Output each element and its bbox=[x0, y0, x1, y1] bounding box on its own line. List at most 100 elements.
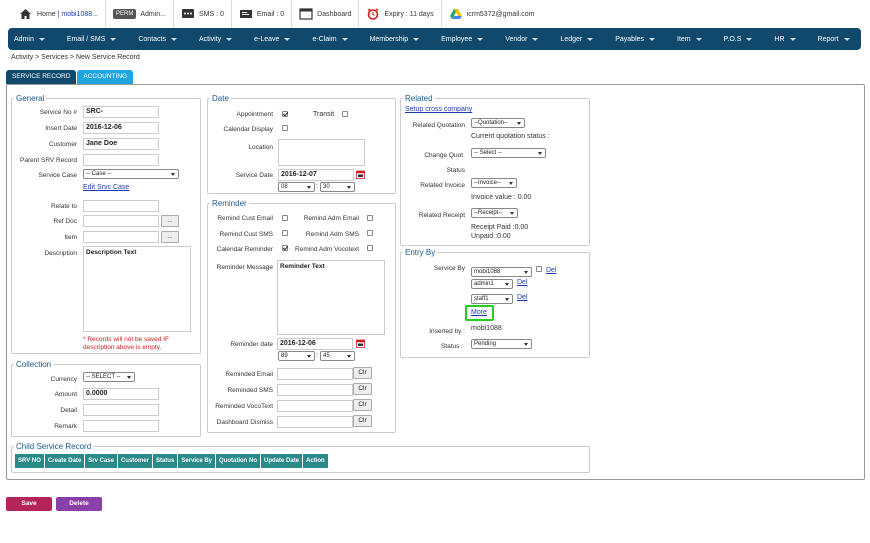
related-quotation-select[interactable]: --Quotation-- bbox=[471, 118, 525, 128]
tab-service-record[interactable]: SERVICE RECORD bbox=[6, 70, 77, 84]
column-header-action[interactable]: Action bbox=[303, 454, 329, 468]
reminded-vocotext-clear-button[interactable]: Clr bbox=[353, 399, 372, 411]
nav-contacts[interactable]: Contacts bbox=[116, 28, 177, 50]
column-header-quotation-no[interactable]: Quotation No bbox=[216, 454, 262, 468]
nav-e-claim[interactable]: e-Claim bbox=[290, 28, 348, 50]
relate-to-input[interactable] bbox=[83, 200, 159, 212]
remind-adm-sms-checkbox[interactable] bbox=[367, 230, 373, 236]
nav-ledger[interactable]: Ledger bbox=[538, 28, 594, 50]
parent-srv-input[interactable] bbox=[83, 154, 159, 166]
reminder-minute-select[interactable]: 45 bbox=[320, 351, 355, 361]
nav-membership[interactable]: Membership bbox=[348, 28, 420, 50]
related-receipt-label: Related Receipt bbox=[418, 212, 465, 219]
service-by-select-1[interactable]: mobi1088 bbox=[471, 267, 532, 277]
receipt-paid-text: Receipt Paid :0.00 bbox=[471, 224, 529, 231]
remind-adm-email-checkbox[interactable] bbox=[367, 215, 373, 221]
remind-adm-vocotext-checkbox[interactable] bbox=[367, 245, 373, 251]
column-header-create-date[interactable]: Create Date bbox=[44, 454, 86, 468]
change-quot-select[interactable]: -- Select -- bbox=[471, 148, 546, 158]
transit-checkbox[interactable] bbox=[342, 111, 348, 117]
email-item[interactable]: Email : 0 bbox=[232, 0, 293, 28]
item-browse-button[interactable]: ... bbox=[161, 231, 179, 243]
reminded-email-input[interactable] bbox=[277, 368, 353, 380]
service-by-delete-link-1[interactable]: Del bbox=[546, 267, 557, 274]
sms-item[interactable]: SMS : 0 bbox=[174, 0, 232, 28]
service-no-input[interactable]: SRC- bbox=[83, 106, 159, 118]
customer-input[interactable]: Jane Doe bbox=[83, 138, 159, 150]
service-case-select[interactable]: -- Case -- bbox=[83, 169, 179, 179]
service-by-select-2[interactable]: admin1 bbox=[471, 279, 513, 289]
column-header-srv-case[interactable]: Srv Case bbox=[85, 454, 118, 468]
dashboard-dismiss-input[interactable] bbox=[277, 416, 353, 428]
entry-status-select[interactable]: Pending bbox=[471, 339, 532, 349]
account-item[interactable]: icrm5372@gmail.com bbox=[442, 0, 542, 28]
reminded-sms-clear-button[interactable]: Clr bbox=[353, 383, 372, 395]
calendar-display-checkbox[interactable] bbox=[282, 125, 288, 131]
service-by-delete-link-2[interactable]: Del bbox=[517, 279, 528, 286]
calendar-reminder-checkbox[interactable] bbox=[282, 245, 288, 251]
reminded-vocotext-input[interactable] bbox=[277, 400, 353, 412]
more-link[interactable]: More bbox=[471, 309, 487, 316]
remind-cust-sms-checkbox[interactable] bbox=[282, 230, 288, 236]
reminder-hour-select[interactable]: 89 bbox=[278, 351, 315, 361]
reminder-message-textarea[interactable]: Reminder Text bbox=[277, 260, 385, 335]
save-button[interactable]: Save bbox=[6, 497, 52, 511]
appointment-checkbox[interactable] bbox=[282, 111, 288, 117]
description-textarea[interactable]: Description Text bbox=[83, 246, 191, 332]
column-header-customer[interactable]: Customer bbox=[117, 454, 153, 468]
amount-input[interactable]: 0.0000 bbox=[83, 388, 159, 400]
service-by-checkbox[interactable] bbox=[536, 266, 542, 272]
remark-input[interactable] bbox=[83, 420, 159, 432]
tab-accounting[interactable]: ACCOUNTING bbox=[77, 70, 134, 84]
calendar-icon[interactable] bbox=[356, 170, 365, 179]
service-by-delete-link-3[interactable]: Del bbox=[517, 294, 528, 301]
nav-employee[interactable]: Employee bbox=[419, 28, 484, 50]
column-header-srv-no[interactable]: SRV NO bbox=[15, 454, 45, 468]
reminder-date-input[interactable]: 2016-12-06 bbox=[277, 338, 353, 350]
column-header-status[interactable]: Status bbox=[152, 454, 179, 468]
ref-doc-input[interactable] bbox=[83, 215, 159, 227]
inserted-by-label: Inserted by : bbox=[429, 328, 465, 335]
remind-cust-email-checkbox[interactable] bbox=[282, 215, 288, 221]
dashboard-item[interactable]: Dashboard bbox=[292, 0, 360, 28]
insert-date-input[interactable]: 2016-12-06 bbox=[83, 122, 159, 134]
nav-hr[interactable]: HR bbox=[752, 28, 796, 50]
delete-button[interactable]: Delete bbox=[56, 497, 102, 511]
service-date-input[interactable]: 2016-12-07 bbox=[278, 169, 354, 181]
related-receipt-select[interactable]: --Receipt-- bbox=[471, 208, 518, 218]
detail-input[interactable] bbox=[83, 404, 159, 416]
reminded-sms-input[interactable] bbox=[277, 384, 353, 396]
ref-doc-browse-button[interactable]: ... bbox=[161, 215, 179, 227]
setup-cross-company-link[interactable]: Setup cross company bbox=[405, 106, 472, 113]
service-minute-select[interactable]: 30 bbox=[320, 182, 355, 192]
dashboard-dismiss-clear-button[interactable]: Clr bbox=[353, 415, 372, 427]
service-hour-select[interactable]: 08 bbox=[278, 182, 315, 192]
column-header-service-by[interactable]: Service By bbox=[178, 454, 217, 468]
main-navbar: Admin Email / SMS Contacts Activity e-Leave e… bbox=[8, 28, 861, 50]
admin-item[interactable]: PERM Admin... bbox=[106, 0, 175, 28]
currency-select[interactable]: -- SELECT -- bbox=[83, 372, 135, 382]
nav-payables[interactable]: Payables bbox=[593, 28, 656, 50]
nav-p-o-s[interactable]: P.O.S bbox=[702, 28, 753, 50]
service-by-select-3[interactable]: staff1 bbox=[471, 294, 513, 304]
nav-e-leave[interactable]: e-Leave bbox=[232, 28, 291, 50]
reminder-calendar-icon[interactable] bbox=[356, 339, 365, 348]
location-textarea[interactable] bbox=[278, 139, 365, 166]
edit-case-link[interactable]: Edit Srvc Case bbox=[83, 184, 129, 191]
related-invoice-select[interactable]: --Invoice-- bbox=[471, 178, 517, 188]
item-input[interactable] bbox=[83, 231, 159, 243]
nav-label: Report bbox=[817, 35, 839, 43]
reminded-email-clear-button[interactable]: Clr bbox=[353, 367, 372, 379]
remind-adm-sms-label: Remind Adm SMS bbox=[305, 231, 359, 238]
nav-vendor[interactable]: Vendor bbox=[483, 28, 539, 50]
home-item[interactable]: Home | mobi1088... bbox=[12, 0, 106, 28]
nav-report[interactable]: Report bbox=[796, 28, 850, 50]
insert-date-label: Insert Date bbox=[45, 125, 77, 132]
nav-item[interactable]: Item bbox=[655, 28, 702, 50]
nav-activity[interactable]: Activity bbox=[177, 28, 233, 50]
home-user-link[interactable]: mobi1088... bbox=[61, 11, 98, 18]
nav-admin[interactable]: Admin bbox=[8, 28, 45, 50]
column-header-update-date[interactable]: Update Date bbox=[261, 454, 304, 468]
nav-email-sms[interactable]: Email / SMS bbox=[45, 28, 117, 50]
service-date-label: Service Date bbox=[235, 172, 273, 179]
